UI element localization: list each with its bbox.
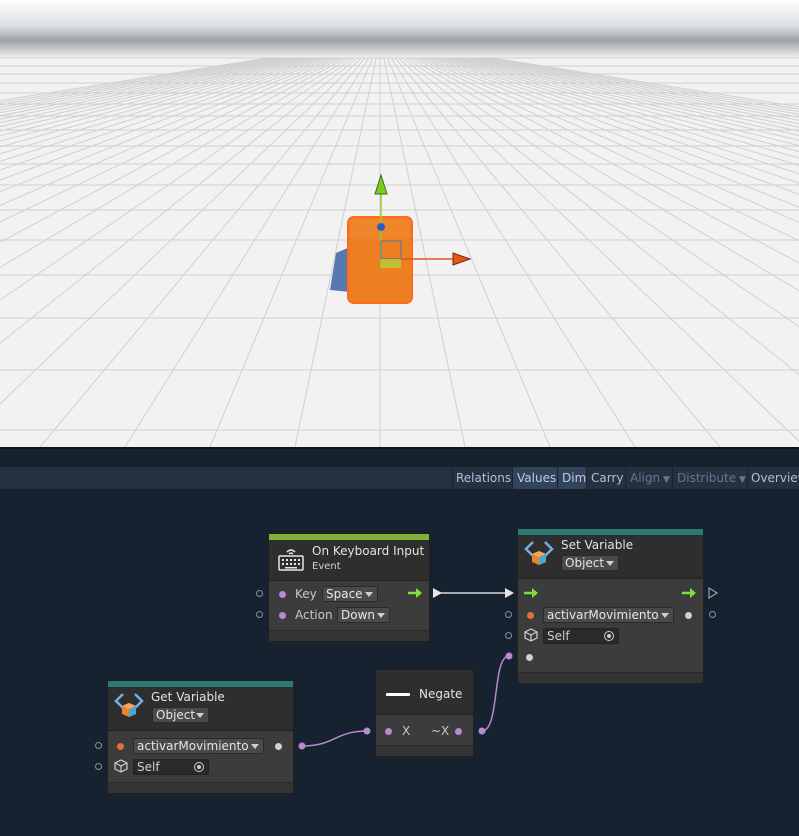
name-input-socket[interactable] — [95, 742, 102, 749]
target-value: Self — [547, 629, 570, 643]
chevron-down-icon — [606, 561, 614, 566]
align-caret-icon: ▼ — [660, 475, 670, 485]
node-title: Negate — [419, 687, 463, 701]
action-input-socket[interactable] — [256, 611, 263, 618]
gizmo-z-handle — [377, 223, 385, 231]
chevron-down-icon — [661, 613, 669, 618]
name-port[interactable] — [117, 743, 124, 750]
new-value-port[interactable] — [526, 654, 533, 661]
x-input-port[interactable] — [385, 728, 392, 735]
variable-kind-dropdown[interactable]: Object — [561, 555, 619, 571]
flow-input-arrow-icon[interactable] — [523, 587, 539, 599]
target-value: Self — [137, 760, 160, 774]
keyboard-icon — [278, 549, 304, 571]
distribute-caret-icon: ▼ — [736, 475, 746, 485]
chevron-down-icon — [251, 744, 259, 749]
scene-canvas[interactable] — [0, 0, 799, 447]
not-x-label: ~X — [431, 724, 450, 738]
node-footer — [108, 782, 293, 793]
node-footer — [269, 630, 429, 641]
x-label: X — [402, 724, 411, 738]
get-variable-node[interactable]: Get Variable Object activarMovimiento Se… — [107, 680, 294, 794]
variable-kind-dropdown[interactable]: Object — [152, 707, 209, 723]
variable-kind-value: Object — [565, 556, 605, 570]
values-button[interactable]: Values — [513, 467, 557, 489]
target-input-socket[interactable] — [505, 632, 512, 639]
key-port[interactable] — [279, 591, 286, 598]
flow-output-socket-icon[interactable] — [707, 587, 719, 599]
node-title: Set Variable — [561, 538, 634, 552]
gameobject-icon — [524, 628, 538, 642]
variable-icon — [114, 693, 144, 717]
scene-view[interactable] — [0, 0, 799, 447]
key-input-socket[interactable] — [256, 590, 263, 597]
relations-button[interactable]: Relations — [452, 467, 512, 489]
action-port[interactable] — [279, 612, 286, 619]
variable-name-value: activarMovimiento — [137, 739, 249, 753]
gameobject-icon — [114, 759, 128, 773]
key-label: Key — [295, 587, 317, 601]
graph-toolbar: Relations Values Dim Carry Align ▼ Distr… — [0, 467, 799, 489]
align-dropdown[interactable]: Align ▼ — [626, 467, 672, 489]
not-x-output-port[interactable] — [455, 728, 462, 735]
chevron-down-icon — [365, 592, 373, 597]
object-picker-icon[interactable] — [603, 630, 615, 642]
variable-name-value: activarMovimiento — [547, 608, 659, 622]
variable-name-dropdown[interactable]: activarMovimiento — [133, 738, 264, 754]
chevron-down-icon — [196, 713, 204, 718]
set-variable-node[interactable]: Set Variable Object activarMovimiento Se… — [517, 528, 704, 684]
name-port[interactable] — [527, 612, 534, 619]
node-subtitle: Event — [312, 561, 341, 572]
target-input-socket[interactable] — [95, 763, 102, 770]
on-keyboard-input-node[interactable]: On Keyboard Input Event Key Space Action… — [268, 533, 430, 642]
chevron-down-icon — [377, 613, 385, 618]
dim-button[interactable]: Dim — [558, 467, 586, 489]
node-footer — [376, 745, 473, 756]
variable-kind-value: Object — [156, 708, 196, 722]
action-dropdown[interactable]: Down — [337, 607, 390, 623]
flow-output-arrow-icon[interactable] — [681, 587, 697, 599]
action-label: Action — [295, 608, 333, 622]
flow-output-arrow-icon[interactable] — [407, 587, 423, 599]
distribute-dropdown[interactable]: Distribute ▼ — [673, 467, 747, 489]
object-picker-icon[interactable] — [193, 761, 205, 773]
horizon — [0, 0, 799, 58]
overview-button[interactable]: Overview — [747, 467, 799, 489]
key-value: Space — [326, 587, 363, 601]
value-output-socket[interactable] — [709, 611, 716, 618]
align-label: Align — [630, 471, 661, 485]
value-output-port[interactable] — [685, 612, 692, 619]
variable-name-dropdown[interactable]: activarMovimiento — [543, 607, 674, 623]
carry-button[interactable]: Carry — [587, 467, 625, 489]
variable-icon — [524, 541, 554, 565]
distribute-label: Distribute — [677, 471, 737, 485]
key-dropdown[interactable]: Space — [322, 586, 378, 602]
minus-icon — [386, 693, 410, 696]
action-value: Down — [341, 608, 376, 622]
node-title: On Keyboard Input — [312, 544, 425, 558]
name-input-socket[interactable] — [505, 611, 512, 618]
node-footer — [518, 672, 703, 683]
value-output-port[interactable] — [275, 743, 282, 750]
node-title: Get Variable — [151, 690, 225, 704]
negate-node[interactable]: Negate X ~X — [375, 669, 474, 757]
